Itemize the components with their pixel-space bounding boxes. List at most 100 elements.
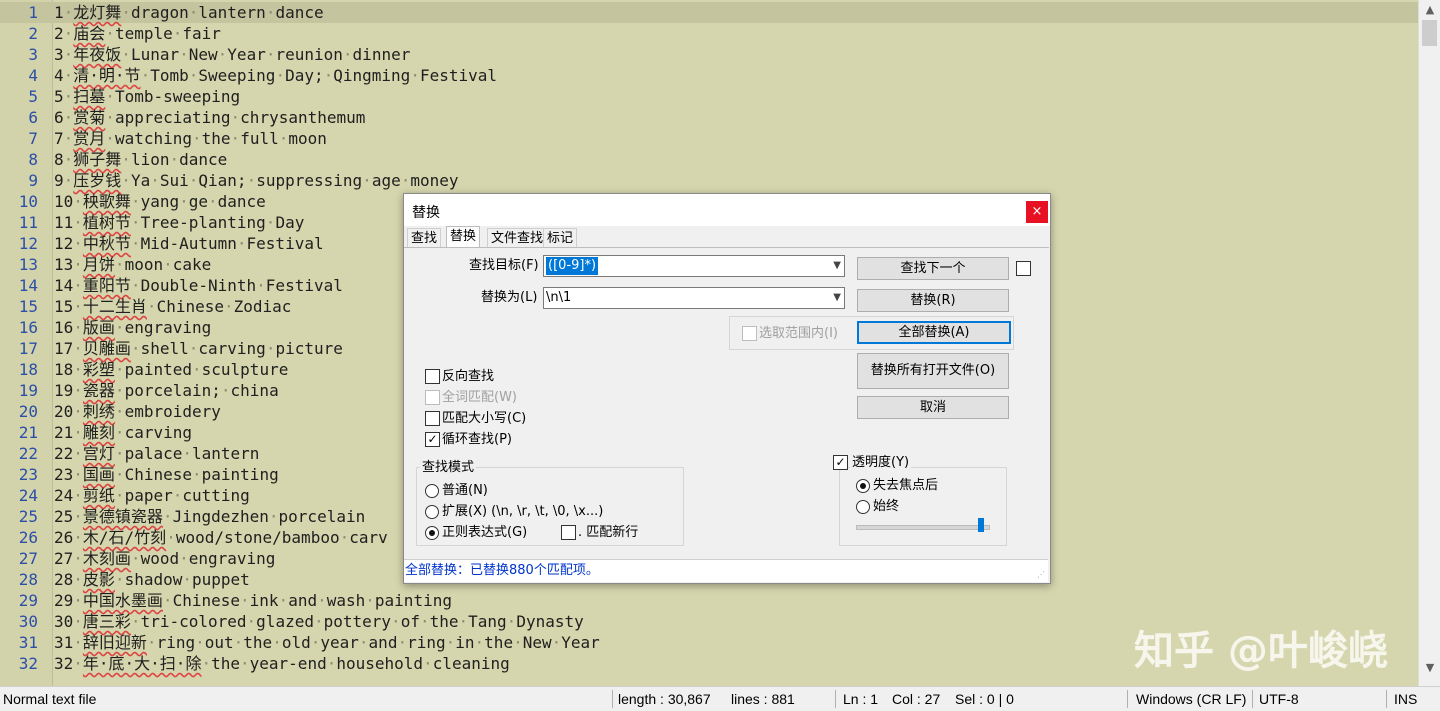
dialog-title: 替换 <box>412 205 440 221</box>
vertical-scrollbar[interactable]: ▲ ▼ <box>1418 0 1440 686</box>
tab-find-in-files[interactable]: 文件查找 <box>487 228 548 249</box>
line-index-prefix: 31 <box>54 633 74 652</box>
scroll-up-icon[interactable]: ▲ <box>1419 0 1440 20</box>
line-number: 7 <box>28 129 38 148</box>
editor-line[interactable]: 1 1·龙灯舞·dragon·lantern·dance <box>0 2 1418 23</box>
line-number: 12 <box>18 234 38 253</box>
editor-line[interactable]: 3 3·年夜饭·Lunar·New·Year·reunion·dinner <box>0 44 1418 65</box>
chinese-term: 辞旧迎新 <box>82 633 147 652</box>
chinese-term: 瓷器 <box>82 381 115 400</box>
line-index-prefix: 11 <box>54 213 74 232</box>
match-case-checkbox[interactable] <box>425 411 440 426</box>
english-term: porcelain;·china <box>124 381 279 400</box>
tab-mark[interactable]: 标记 <box>543 228 578 249</box>
always-radio[interactable] <box>856 500 870 514</box>
chinese-term: 木刻画 <box>82 549 131 568</box>
replace-button[interactable]: 替换(R) <box>857 289 1009 312</box>
in-selection-checkbox[interactable] <box>742 326 757 341</box>
replace-input[interactable]: \n\1 ▼ <box>543 287 845 309</box>
english-term: Tomb-sweeping <box>114 87 241 106</box>
resize-grip-icon[interactable]: ⋰ <box>1037 570 1047 580</box>
editor-line[interactable]: 9 9·压岁钱·Ya·Sui·Qian;·suppressing·age·mone… <box>0 170 1418 191</box>
editor-line[interactable]: 7 7·赏月·watching·the·full·moon <box>0 128 1418 149</box>
match-case-label: 匹配大小写(C) <box>442 411 527 426</box>
transparency-slider[interactable] <box>856 525 990 530</box>
english-term: Tomb·Sweeping·Day;·Qingming·Festival <box>150 66 498 85</box>
line-number: 21 <box>18 423 38 442</box>
line-index-prefix: 28 <box>54 570 74 589</box>
editor-line[interactable]: 6 6·赏菊·appreciating·chrysanthemum <box>0 107 1418 128</box>
editor-line[interactable]: 5 5·扫墓·Tomb-sweeping <box>0 86 1418 107</box>
line-text: 7·赏月·watching·the·full·moon <box>54 129 327 148</box>
english-term: palace·lantern <box>124 444 260 463</box>
line-index-prefix: 29 <box>54 591 74 610</box>
scroll-thumb[interactable] <box>1422 20 1437 46</box>
tab-replace[interactable]: 替换 <box>446 226 481 249</box>
chinese-term: 国画 <box>82 465 115 484</box>
dot-newline-checkbox[interactable] <box>561 525 576 540</box>
normal-mode-label: 普通(N) <box>442 483 488 498</box>
line-text: 19·瓷器·porcelain;·china <box>54 381 279 400</box>
line-number: 8 <box>28 150 38 169</box>
wrap-around-label: 循环查找(P) <box>442 432 512 447</box>
english-term: dragon·lantern·dance <box>130 3 324 22</box>
line-number: 9 <box>28 171 38 190</box>
line-text: 21·雕刻·carving <box>54 423 192 442</box>
editor-line[interactable]: 2 2·庙会·temple·fair <box>0 23 1418 44</box>
line-text: 25·景德镇瓷器·Jingdezhen·porcelain <box>54 507 366 526</box>
chevron-down-icon[interactable]: ▼ <box>833 288 841 308</box>
replace-result-text: 全部替换：已替换880个匹配项。 <box>405 563 599 578</box>
english-term: shadow·puppet <box>124 570 250 589</box>
status-bar: Normal text file length : 30,867 lines :… <box>0 686 1440 711</box>
line-number: 14 <box>18 276 38 295</box>
line-number: 2 <box>28 24 38 43</box>
replace-all-button[interactable]: 全部替换(A) <box>857 321 1011 344</box>
english-term: moon·cake <box>124 255 212 274</box>
scroll-down-icon[interactable]: ▼ <box>1419 658 1440 678</box>
chinese-term: 景德镇瓷器 <box>82 507 163 526</box>
tab-find[interactable]: 查找 <box>407 228 442 249</box>
chinese-term: 刺绣 <box>82 402 115 421</box>
editor-line[interactable]: 29 29·中国水墨画·Chinese·ink·and·wash·painting <box>0 590 1418 611</box>
line-text: 3·年夜饭·Lunar·New·Year·reunion·dinner <box>54 45 411 64</box>
find-next-option-checkbox[interactable] <box>1016 261 1031 276</box>
find-input[interactable]: ([0-9]*) ▼ <box>543 255 845 277</box>
regex-mode-radio[interactable] <box>425 526 439 540</box>
english-term: appreciating·chrysanthemum <box>114 108 366 127</box>
replace-label: 替换为(L) : <box>481 290 546 305</box>
replace-all-open-files-button[interactable]: 替换所有打开文件(O) <box>857 353 1009 389</box>
line-number: 17 <box>18 339 38 358</box>
cancel-button[interactable]: 取消 <box>857 396 1009 419</box>
line-index-prefix: 6 <box>54 108 64 127</box>
chinese-term: 贝雕画 <box>82 339 131 358</box>
status-line-number: Ln : 1 <box>843 691 879 707</box>
line-text: 29·中国水墨画·Chinese·ink·and·wash·painting <box>54 591 452 610</box>
find-next-button[interactable]: 查找下一个 <box>857 257 1009 280</box>
editor-line[interactable]: 8 8·狮子舞·lion·dance <box>0 149 1418 170</box>
on-lose-focus-radio[interactable] <box>856 479 870 493</box>
chinese-term: 秧歌舞 <box>82 192 131 211</box>
line-text: 8·狮子舞·lion·dance <box>54 150 228 169</box>
editor-line[interactable]: 4 4·清·明·节·Tomb·Sweeping·Day;·Qingming·Fes… <box>0 65 1418 86</box>
line-text: 6·赏菊·appreciating·chrysanthemum <box>54 108 366 127</box>
english-term: Chinese·painting <box>124 465 279 484</box>
close-icon[interactable]: × <box>1026 201 1048 223</box>
transparency-checkbox[interactable]: ✓ <box>833 455 848 470</box>
line-text: 16·版画·engraving <box>54 318 212 337</box>
line-text: 28·皮影·shadow·puppet <box>54 570 250 589</box>
english-term: Chinese·ink·and·wash·painting <box>172 591 452 610</box>
english-term: Chinese·Zodiac <box>156 297 292 316</box>
transparency-label: 透明度(Y) <box>850 453 912 473</box>
normal-mode-radio[interactable] <box>425 484 439 498</box>
english-term: Jingdezhen·porcelain <box>172 507 366 526</box>
replace-value: \n\1 <box>546 290 572 305</box>
dialog-titlebar[interactable]: 替换 × <box>404 194 1050 226</box>
chevron-down-icon[interactable]: ▼ <box>833 256 841 276</box>
whole-word-checkbox[interactable] <box>425 390 440 405</box>
transparency-slider-thumb[interactable] <box>977 518 984 532</box>
extended-mode-radio[interactable] <box>425 505 439 519</box>
extended-mode-label: 扩展(X) (\n, \r, \t, \0, \x...) <box>442 504 604 519</box>
backward-checkbox[interactable] <box>425 369 440 384</box>
wrap-around-checkbox[interactable]: ✓ <box>425 432 440 447</box>
chinese-term: 唐三彩 <box>82 612 131 631</box>
